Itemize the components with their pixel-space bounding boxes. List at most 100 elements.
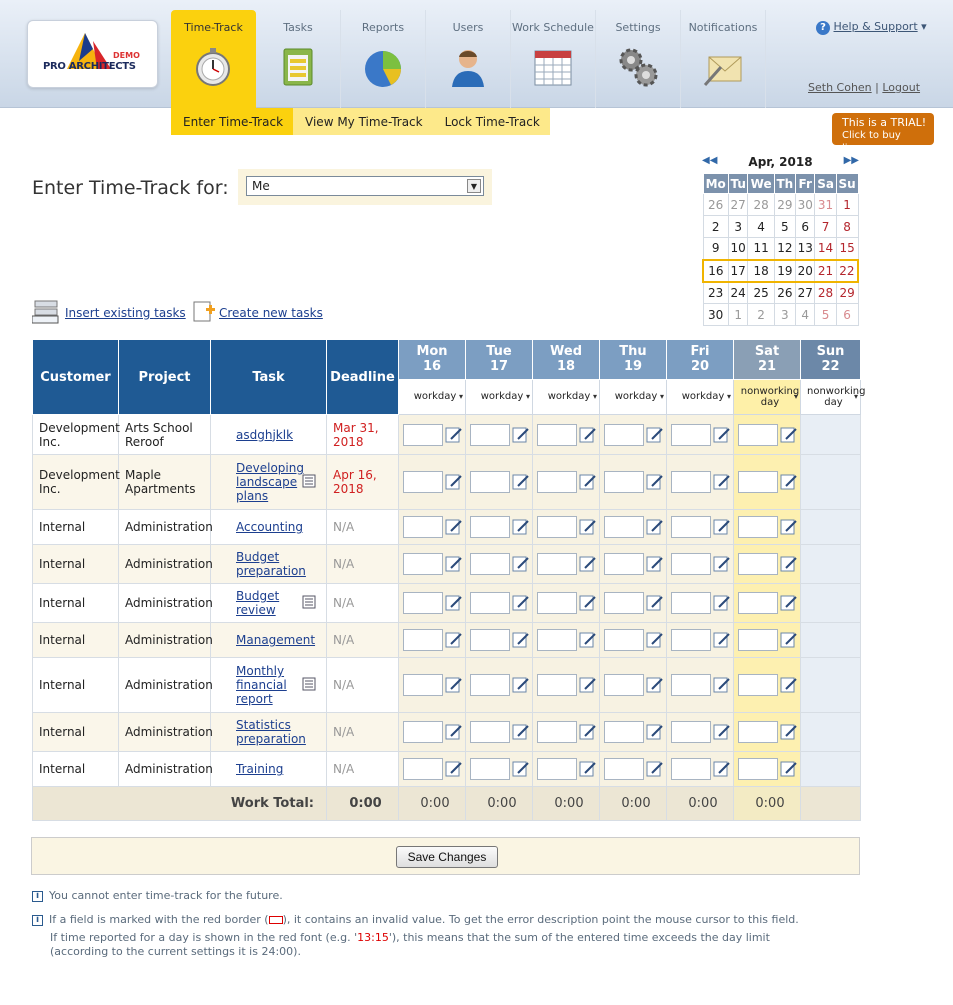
edit-note-icon[interactable] xyxy=(512,676,530,694)
edit-note-icon[interactable] xyxy=(780,473,798,491)
subtab-view-my-time-track[interactable]: View My Time-Track xyxy=(293,108,433,135)
calendar-day[interactable]: 23 xyxy=(702,281,729,304)
edit-note-icon[interactable] xyxy=(713,760,731,778)
edit-note-icon[interactable] xyxy=(579,760,597,778)
time-input[interactable] xyxy=(403,721,443,743)
time-input[interactable] xyxy=(470,758,510,780)
time-input[interactable] xyxy=(470,516,510,538)
edit-note-icon[interactable] xyxy=(579,555,597,573)
time-input[interactable] xyxy=(738,553,778,575)
edit-note-icon[interactable] xyxy=(512,594,530,612)
edit-note-icon[interactable] xyxy=(780,676,798,694)
save-changes-button[interactable]: Save Changes xyxy=(396,846,498,868)
calendar-day[interactable]: 8 xyxy=(835,215,859,238)
time-input[interactable] xyxy=(403,674,443,696)
edit-note-icon[interactable] xyxy=(445,473,463,491)
edit-note-icon[interactable] xyxy=(780,426,798,444)
time-input[interactable] xyxy=(537,629,577,651)
calendar-day[interactable]: 29 xyxy=(773,193,796,216)
task-link[interactable]: Management xyxy=(236,633,316,647)
edit-note-icon[interactable] xyxy=(713,426,731,444)
edit-note-icon[interactable] xyxy=(445,760,463,778)
time-input[interactable] xyxy=(604,471,644,493)
calendar-day[interactable]: 1 xyxy=(835,193,859,216)
edit-note-icon[interactable] xyxy=(445,723,463,741)
edit-note-icon[interactable] xyxy=(512,760,530,778)
calendar-day[interactable]: 28 xyxy=(747,193,775,216)
time-input[interactable] xyxy=(403,758,443,780)
prev-month-icon[interactable]: ◀◀ xyxy=(702,155,717,166)
task-note-icon[interactable] xyxy=(302,474,316,491)
edit-note-icon[interactable] xyxy=(780,594,798,612)
edit-note-icon[interactable] xyxy=(646,676,664,694)
edit-note-icon[interactable] xyxy=(579,676,597,694)
day-type-select[interactable]: workday xyxy=(532,378,600,416)
calendar-day[interactable]: 10 xyxy=(727,237,749,260)
time-input[interactable] xyxy=(537,721,577,743)
calendar-day[interactable]: 21 xyxy=(814,258,837,283)
edit-note-icon[interactable] xyxy=(713,518,731,536)
time-input[interactable] xyxy=(470,629,510,651)
calendar-day[interactable]: 27 xyxy=(727,193,749,216)
time-input[interactable] xyxy=(738,516,778,538)
edit-note-icon[interactable] xyxy=(445,676,463,694)
logo[interactable]: PRO ARCHITECTS DEMO xyxy=(27,20,158,88)
task-link[interactable]: asdghjklk xyxy=(236,428,316,442)
day-type-select[interactable]: workday xyxy=(666,378,734,416)
edit-note-icon[interactable] xyxy=(780,760,798,778)
time-input[interactable] xyxy=(671,758,711,780)
time-input[interactable] xyxy=(470,674,510,696)
calendar-day[interactable]: 22 xyxy=(835,258,859,283)
calendar-day[interactable]: 30 xyxy=(702,303,729,326)
task-link[interactable]: Budget preparation xyxy=(236,550,316,578)
calendar-day[interactable]: 4 xyxy=(747,215,775,238)
edit-note-icon[interactable] xyxy=(713,555,731,573)
time-input[interactable] xyxy=(604,423,644,446)
time-input[interactable] xyxy=(671,516,711,538)
edit-note-icon[interactable] xyxy=(646,518,664,536)
edit-note-icon[interactable] xyxy=(646,631,664,649)
edit-note-icon[interactable] xyxy=(646,760,664,778)
edit-note-icon[interactable] xyxy=(713,676,731,694)
calendar-day[interactable]: 14 xyxy=(814,237,837,260)
time-input[interactable] xyxy=(403,553,443,575)
time-input[interactable] xyxy=(738,592,778,614)
time-input[interactable] xyxy=(537,471,577,493)
edit-note-icon[interactable] xyxy=(780,518,798,536)
edit-note-icon[interactable] xyxy=(445,518,463,536)
edit-note-icon[interactable] xyxy=(445,426,463,444)
edit-note-icon[interactable] xyxy=(646,723,664,741)
edit-note-icon[interactable] xyxy=(512,518,530,536)
calendar-day[interactable]: 7 xyxy=(814,215,837,238)
tab-users[interactable]: Users xyxy=(426,10,511,108)
time-input[interactable] xyxy=(604,592,644,614)
edit-note-icon[interactable] xyxy=(512,473,530,491)
calendar-day[interactable]: 17 xyxy=(727,258,749,283)
next-month-icon[interactable]: ▶▶ xyxy=(844,155,859,166)
time-input[interactable] xyxy=(403,471,443,493)
task-link[interactable]: Developing landscape plans xyxy=(236,461,304,503)
time-input[interactable] xyxy=(604,553,644,575)
time-input[interactable] xyxy=(537,592,577,614)
time-input[interactable] xyxy=(403,516,443,538)
calendar-day[interactable]: 3 xyxy=(727,215,749,238)
day-type-select[interactable]: workday xyxy=(465,378,533,416)
edit-note-icon[interactable] xyxy=(512,723,530,741)
time-input[interactable] xyxy=(738,721,778,743)
calendar-day[interactable]: 24 xyxy=(727,281,749,304)
task-link[interactable]: Training xyxy=(236,762,316,776)
time-input[interactable] xyxy=(671,629,711,651)
time-input[interactable] xyxy=(470,592,510,614)
calendar-day[interactable]: 4 xyxy=(794,303,816,326)
edit-note-icon[interactable] xyxy=(780,723,798,741)
edit-note-icon[interactable] xyxy=(713,631,731,649)
time-input[interactable] xyxy=(604,629,644,651)
calendar-day[interactable]: 2 xyxy=(747,303,775,326)
calendar-day[interactable]: 26 xyxy=(773,281,796,304)
calendar-day[interactable]: 30 xyxy=(794,193,816,216)
subtab-lock-time-track[interactable]: Lock Time-Track xyxy=(433,108,550,135)
time-input[interactable] xyxy=(537,553,577,575)
calendar-day[interactable]: 28 xyxy=(814,281,837,304)
time-input[interactable] xyxy=(671,553,711,575)
time-input[interactable] xyxy=(403,423,443,446)
